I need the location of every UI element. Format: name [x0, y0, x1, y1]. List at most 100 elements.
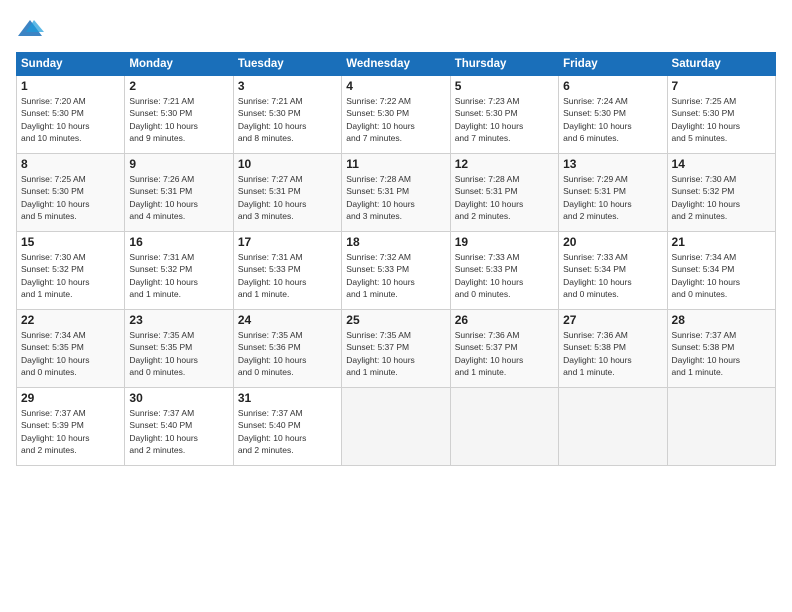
- header: [16, 16, 776, 44]
- calendar-cell: 28 Sunrise: 7:37 AM Sunset: 5:38 PM Dayli…: [667, 310, 775, 388]
- day-number: 17: [238, 235, 337, 249]
- day-info: Sunrise: 7:28 AM Sunset: 5:31 PM Dayligh…: [346, 173, 445, 222]
- day-header-sunday: Sunday: [17, 53, 125, 76]
- calendar-cell: 6 Sunrise: 7:24 AM Sunset: 5:30 PM Daylig…: [559, 76, 667, 154]
- day-info: Sunrise: 7:28 AM Sunset: 5:31 PM Dayligh…: [455, 173, 554, 222]
- day-number: 11: [346, 157, 445, 171]
- day-info: Sunrise: 7:31 AM Sunset: 5:33 PM Dayligh…: [238, 251, 337, 300]
- day-info: Sunrise: 7:32 AM Sunset: 5:33 PM Dayligh…: [346, 251, 445, 300]
- day-number: 4: [346, 79, 445, 93]
- day-number: 20: [563, 235, 662, 249]
- day-number: 5: [455, 79, 554, 93]
- day-number: 9: [129, 157, 228, 171]
- calendar-cell: 29 Sunrise: 7:37 AM Sunset: 5:39 PM Dayli…: [17, 388, 125, 466]
- calendar-cell: 3Sunrise: 7:21 AM Sunset: 5:30 PM Daylig…: [233, 76, 341, 154]
- day-info: Sunrise: 7:22 AM Sunset: 5:30 PM Dayligh…: [346, 95, 445, 144]
- calendar-week-2: 15 Sunrise: 7:30 AM Sunset: 5:32 PM Dayli…: [17, 232, 776, 310]
- page: SundayMondayTuesdayWednesdayThursdayFrid…: [0, 0, 792, 612]
- day-number: 26: [455, 313, 554, 327]
- calendar-cell: 24 Sunrise: 7:35 AM Sunset: 5:36 PM Dayli…: [233, 310, 341, 388]
- day-number: 16: [129, 235, 228, 249]
- day-number: 19: [455, 235, 554, 249]
- day-number: 7: [672, 79, 771, 93]
- day-info: Sunrise: 7:37 AM Sunset: 5:38 PM Dayligh…: [672, 329, 771, 378]
- day-number: 14: [672, 157, 771, 171]
- calendar-cell: 9 Sunrise: 7:26 AM Sunset: 5:31 PM Daylig…: [125, 154, 233, 232]
- calendar-table: SundayMondayTuesdayWednesdayThursdayFrid…: [16, 52, 776, 466]
- day-info: Sunrise: 7:30 AM Sunset: 5:32 PM Dayligh…: [21, 251, 120, 300]
- calendar-cell: 13 Sunrise: 7:29 AM Sunset: 5:31 PM Dayli…: [559, 154, 667, 232]
- calendar-week-3: 22 Sunrise: 7:34 AM Sunset: 5:35 PM Dayli…: [17, 310, 776, 388]
- day-number: 1: [21, 79, 120, 93]
- day-header-wednesday: Wednesday: [342, 53, 450, 76]
- day-info: Sunrise: 7:37 AM Sunset: 5:39 PM Dayligh…: [21, 407, 120, 456]
- day-info: Sunrise: 7:35 AM Sunset: 5:35 PM Dayligh…: [129, 329, 228, 378]
- day-header-tuesday: Tuesday: [233, 53, 341, 76]
- day-info: Sunrise: 7:21 AM Sunset: 5:30 PM Dayligh…: [129, 95, 228, 144]
- day-info: Sunrise: 7:36 AM Sunset: 5:38 PM Dayligh…: [563, 329, 662, 378]
- calendar-cell: 14 Sunrise: 7:30 AM Sunset: 5:32 PM Dayli…: [667, 154, 775, 232]
- day-info: Sunrise: 7:27 AM Sunset: 5:31 PM Dayligh…: [238, 173, 337, 222]
- day-header-thursday: Thursday: [450, 53, 558, 76]
- day-info: Sunrise: 7:34 AM Sunset: 5:34 PM Dayligh…: [672, 251, 771, 300]
- day-number: 10: [238, 157, 337, 171]
- calendar-cell: 30Sunrise: 7:37 AM Sunset: 5:40 PM Dayli…: [125, 388, 233, 466]
- day-number: 30: [129, 391, 228, 405]
- calendar-cell: [450, 388, 558, 466]
- calendar-cell: [667, 388, 775, 466]
- day-info: Sunrise: 7:29 AM Sunset: 5:31 PM Dayligh…: [563, 173, 662, 222]
- day-number: 3: [238, 79, 337, 93]
- logo: [16, 16, 48, 44]
- calendar-cell: 11 Sunrise: 7:28 AM Sunset: 5:31 PM Dayli…: [342, 154, 450, 232]
- logo-icon: [16, 16, 44, 44]
- calendar-week-1: 8 Sunrise: 7:25 AM Sunset: 5:30 PM Daylig…: [17, 154, 776, 232]
- calendar-cell: 5 Sunrise: 7:23 AM Sunset: 5:30 PM Daylig…: [450, 76, 558, 154]
- calendar-cell: 4 Sunrise: 7:22 AM Sunset: 5:30 PM Daylig…: [342, 76, 450, 154]
- calendar-cell: 23 Sunrise: 7:35 AM Sunset: 5:35 PM Dayli…: [125, 310, 233, 388]
- day-info: Sunrise: 7:33 AM Sunset: 5:33 PM Dayligh…: [455, 251, 554, 300]
- calendar-cell: 16 Sunrise: 7:31 AM Sunset: 5:32 PM Dayli…: [125, 232, 233, 310]
- day-info: Sunrise: 7:31 AM Sunset: 5:32 PM Dayligh…: [129, 251, 228, 300]
- calendar-cell: 21 Sunrise: 7:34 AM Sunset: 5:34 PM Dayli…: [667, 232, 775, 310]
- calendar-cell: 19 Sunrise: 7:33 AM Sunset: 5:33 PM Dayli…: [450, 232, 558, 310]
- day-info: Sunrise: 7:23 AM Sunset: 5:30 PM Dayligh…: [455, 95, 554, 144]
- day-number: 29: [21, 391, 120, 405]
- day-info: Sunrise: 7:37 AM Sunset: 5:40 PM Dayligh…: [238, 407, 337, 456]
- day-number: 6: [563, 79, 662, 93]
- calendar-cell: 7Sunrise: 7:25 AM Sunset: 5:30 PM Daylig…: [667, 76, 775, 154]
- calendar-week-4: 29 Sunrise: 7:37 AM Sunset: 5:39 PM Dayli…: [17, 388, 776, 466]
- day-number: 2: [129, 79, 228, 93]
- day-number: 13: [563, 157, 662, 171]
- calendar-cell: 15 Sunrise: 7:30 AM Sunset: 5:32 PM Dayli…: [17, 232, 125, 310]
- day-number: 23: [129, 313, 228, 327]
- calendar-cell: 25Sunrise: 7:35 AM Sunset: 5:37 PM Dayli…: [342, 310, 450, 388]
- day-info: Sunrise: 7:34 AM Sunset: 5:35 PM Dayligh…: [21, 329, 120, 378]
- day-info: Sunrise: 7:24 AM Sunset: 5:30 PM Dayligh…: [563, 95, 662, 144]
- calendar-cell: 20Sunrise: 7:33 AM Sunset: 5:34 PM Dayli…: [559, 232, 667, 310]
- day-number: 15: [21, 235, 120, 249]
- day-number: 22: [21, 313, 120, 327]
- day-number: 25: [346, 313, 445, 327]
- day-header-saturday: Saturday: [667, 53, 775, 76]
- day-info: Sunrise: 7:25 AM Sunset: 5:30 PM Dayligh…: [21, 173, 120, 222]
- day-info: Sunrise: 7:35 AM Sunset: 5:36 PM Dayligh…: [238, 329, 337, 378]
- day-number: 18: [346, 235, 445, 249]
- calendar-cell: 26 Sunrise: 7:36 AM Sunset: 5:37 PM Dayli…: [450, 310, 558, 388]
- day-number: 24: [238, 313, 337, 327]
- day-info: Sunrise: 7:26 AM Sunset: 5:31 PM Dayligh…: [129, 173, 228, 222]
- calendar-cell: 17 Sunrise: 7:31 AM Sunset: 5:33 PM Dayli…: [233, 232, 341, 310]
- day-number: 21: [672, 235, 771, 249]
- day-info: Sunrise: 7:36 AM Sunset: 5:37 PM Dayligh…: [455, 329, 554, 378]
- calendar-cell: 12Sunrise: 7:28 AM Sunset: 5:31 PM Dayli…: [450, 154, 558, 232]
- calendar-cell: [342, 388, 450, 466]
- day-number: 8: [21, 157, 120, 171]
- calendar-cell: 27Sunrise: 7:36 AM Sunset: 5:38 PM Dayli…: [559, 310, 667, 388]
- calendar-cell: 18 Sunrise: 7:32 AM Sunset: 5:33 PM Dayli…: [342, 232, 450, 310]
- calendar-cell: 2 Sunrise: 7:21 AM Sunset: 5:30 PM Daylig…: [125, 76, 233, 154]
- calendar-cell: 10 Sunrise: 7:27 AM Sunset: 5:31 PM Dayli…: [233, 154, 341, 232]
- day-number: 28: [672, 313, 771, 327]
- day-info: Sunrise: 7:30 AM Sunset: 5:32 PM Dayligh…: [672, 173, 771, 222]
- calendar-cell: 22 Sunrise: 7:34 AM Sunset: 5:35 PM Dayli…: [17, 310, 125, 388]
- calendar-week-0: 1Sunrise: 7:20 AM Sunset: 5:30 PM Daylig…: [17, 76, 776, 154]
- calendar-header-row: SundayMondayTuesdayWednesdayThursdayFrid…: [17, 53, 776, 76]
